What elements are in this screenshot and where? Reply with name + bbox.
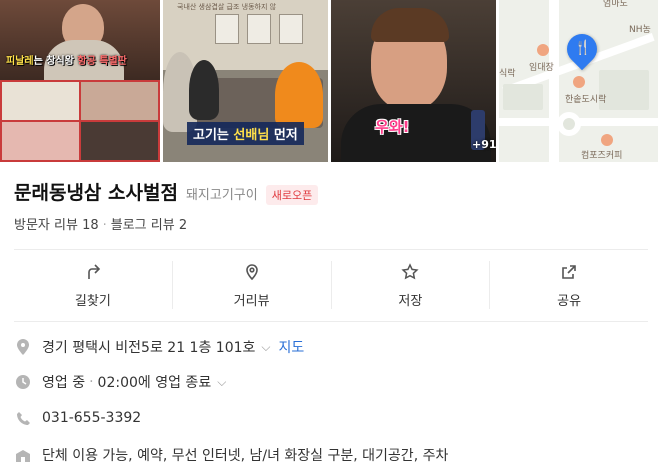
hours-row[interactable]: 영업 중 · 02:00에 영업 종료 ⌵	[14, 372, 226, 392]
restaurant-marker-icon	[537, 44, 549, 56]
new-open-badge: 새로오픈	[265, 185, 319, 205]
directions-label: 길찾기	[74, 293, 111, 309]
photo-thumbnail-1[interactable]: 피날레는 창식왕 항공 특별판	[0, 0, 160, 162]
map-block	[599, 70, 649, 110]
map-label: 컴포즈커피	[581, 151, 623, 161]
map-road	[549, 0, 559, 162]
place-category: 돼지고기구이	[185, 188, 258, 203]
map-label: 한솥도시락	[565, 95, 607, 105]
map-link[interactable]: 지도	[279, 337, 305, 357]
photo-strip: 피날레는 창식왕 항공 특별판 국내산 생삼겹살 급조 냉동하지 않 고기는 선…	[0, 0, 658, 162]
map-thumbnail[interactable]: 엄마도 NH농 식락 임대장 한솥도시락 컴포즈커피 🍴	[499, 0, 658, 162]
separator-dot: ·	[89, 374, 94, 390]
chevron-down-icon[interactable]: ⌵	[217, 375, 226, 390]
separator-dot: ·	[102, 218, 107, 233]
amenities-row: 단체 이용 가능, 예약, 무선 인터넷, 남/녀 화장실 구분, 대기공간, …	[14, 445, 448, 465]
save-button[interactable]: 저장	[330, 261, 490, 309]
place-name: 문래동냉삼 소사벌점	[14, 182, 178, 204]
map-label: NH농	[629, 25, 651, 35]
fork-knife-icon: 🍴	[574, 40, 592, 56]
map-pin-icon	[242, 262, 262, 282]
map-block	[503, 84, 543, 110]
photo-caption-highlight: 선배님	[233, 128, 270, 143]
share-label: 공유	[557, 293, 582, 309]
photo-caption-text: 고기	[193, 128, 217, 143]
address-row: 경기 평택시 비전5로 21 1층 101호 ⌵ 지도	[14, 337, 304, 357]
closing-time: 02:00에 영업 종료	[97, 375, 212, 391]
clock-icon	[14, 373, 32, 391]
map-roundabout	[557, 112, 581, 136]
business-status: 영업 중	[42, 375, 86, 391]
photo-thumbnail-2[interactable]: 국내산 생삼겹살 급조 냉동하지 않 고기는 선배님 먼저	[163, 0, 328, 162]
photo-thumbnail-3[interactable]: 우와! +91	[331, 0, 496, 162]
photo-caption-text: 는 창식왕	[33, 56, 74, 67]
street-view-label: 거리뷰	[233, 293, 270, 309]
map-label: 식락	[499, 69, 516, 79]
photo-caption: 우와!	[375, 118, 410, 136]
place-header: 문래동냉삼 소사벌점 돼지고기구이 새로오픈	[14, 178, 319, 205]
person	[275, 62, 323, 128]
divider	[14, 249, 648, 250]
save-label: 저장	[398, 293, 423, 309]
photo-caption-text: 항공 특별판	[73, 56, 127, 67]
photo-caption-text: 는	[216, 128, 234, 143]
action-bar: 길찾기 거리뷰 저장 공유	[14, 261, 648, 309]
share-button[interactable]: 공유	[489, 261, 648, 309]
directions-button[interactable]: 길찾기	[14, 261, 172, 309]
address-text[interactable]: 경기 평택시 비전5로 21 1층 101호	[42, 337, 255, 357]
more-photos-count[interactable]: +91	[472, 138, 496, 151]
location-icon	[14, 338, 32, 356]
wall-frame	[247, 14, 271, 44]
divider	[14, 321, 648, 322]
map-label: 엄마도	[603, 0, 628, 9]
map-label: 임대장	[529, 63, 554, 73]
restaurant-marker-icon	[573, 76, 585, 88]
cafe-marker-icon	[601, 134, 613, 146]
person	[189, 60, 219, 120]
directions-icon	[83, 262, 103, 282]
phone-row: 031-655-3392	[14, 409, 141, 427]
blog-reviews-link[interactable]: 블로그 리뷰 2	[111, 218, 187, 233]
phone-icon	[14, 409, 32, 427]
photo-caption: 피날레는 창식왕 항공 특별판	[6, 52, 127, 67]
photo-caption-highlight: 피날레	[6, 56, 34, 67]
photo-caption-text: 먼저	[269, 128, 298, 143]
amenities-text: 단체 이용 가능, 예약, 무선 인터넷, 남/녀 화장실 구분, 대기공간, …	[42, 448, 449, 464]
wall-frame	[279, 14, 303, 44]
photo-collage	[0, 80, 160, 162]
wall-frame	[215, 14, 239, 44]
photo-caption: 고기는 선배님 먼저	[187, 122, 304, 145]
person-hair	[371, 8, 449, 42]
visitor-reviews-link[interactable]: 방문자 리뷰 18	[14, 218, 99, 233]
photo-sign-text: 국내산 생삼겹살 급조 냉동하지 않	[177, 3, 277, 11]
review-summary: 방문자 리뷰 18 · 블로그 리뷰 2	[14, 214, 187, 233]
share-icon	[559, 262, 579, 282]
star-icon	[400, 262, 420, 282]
street-view-button[interactable]: 거리뷰	[171, 261, 331, 309]
person-body	[341, 104, 491, 162]
phone-number[interactable]: 031-655-3392	[42, 410, 141, 426]
building-icon	[14, 446, 32, 464]
chevron-down-icon[interactable]: ⌵	[261, 340, 270, 355]
